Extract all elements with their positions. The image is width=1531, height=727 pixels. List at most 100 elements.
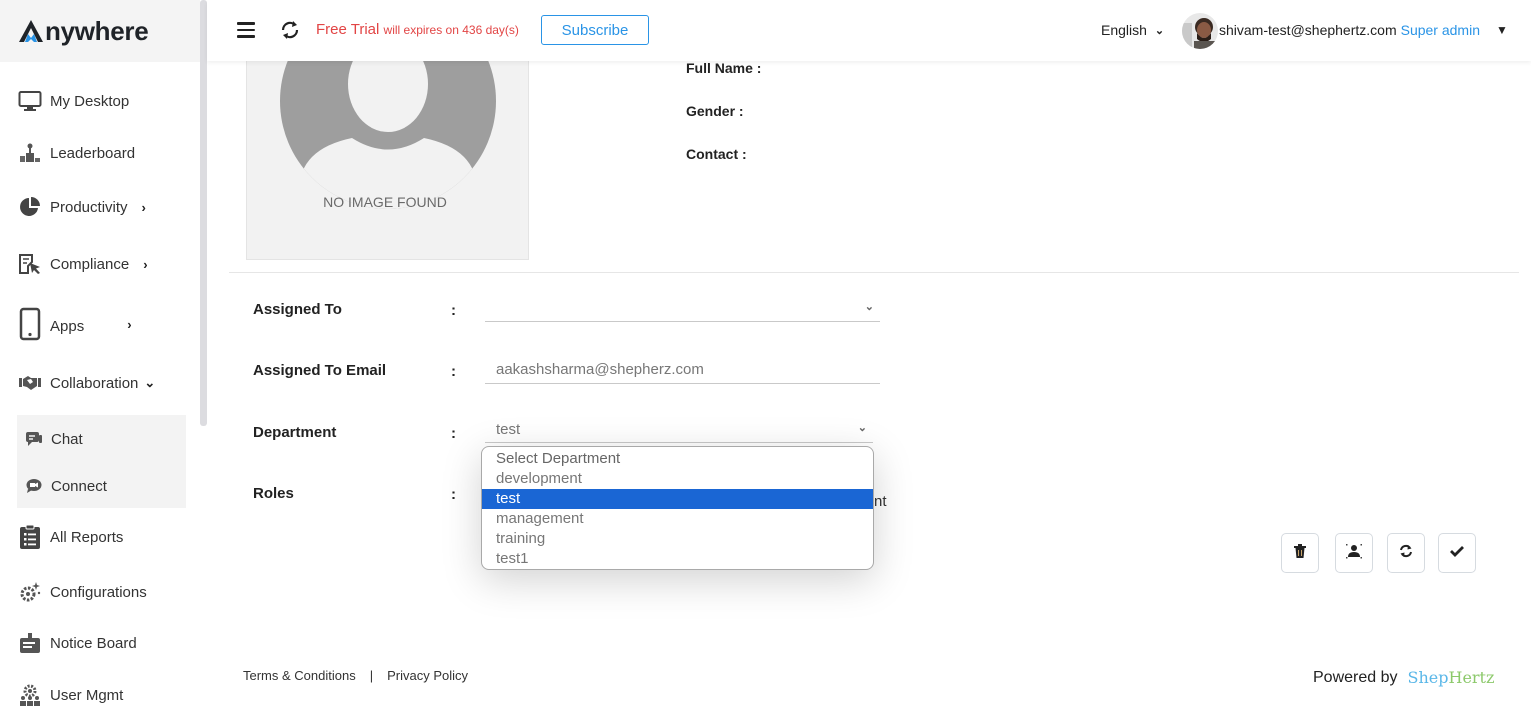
sidebar-item-label: User Mgmt	[50, 686, 124, 704]
roles-label: Roles	[253, 485, 294, 502]
mobile-icon	[18, 307, 42, 341]
handshake-icon	[18, 371, 42, 395]
sidebar-item-configurations[interactable]: Configurations	[18, 579, 147, 605]
colon: :	[451, 425, 456, 442]
language-selector[interactable]: English ⌄	[1101, 22, 1164, 38]
app-logo: nywhere	[18, 15, 149, 47]
user-role: Super admin	[1400, 22, 1480, 38]
sidebar-item-label: Leaderboard	[50, 144, 136, 162]
sidebar-subitem-connect[interactable]: Connect	[25, 475, 107, 497]
logo-area[interactable]: nywhere	[0, 0, 200, 62]
monitor-icon	[18, 89, 42, 113]
assigned-to-email-value: aakashsharma@shepherz.com	[496, 361, 704, 378]
sidebar-scrollbar-thumb[interactable]	[200, 0, 207, 426]
sidebar-item-label: All Reports	[50, 528, 124, 546]
sidebar-item-compliance[interactable]: Compliance ›	[18, 251, 148, 277]
top-header: Free Trial will expires on 436 day(s) Su…	[207, 0, 1531, 61]
chevron-down-icon: ⌄	[144, 375, 156, 390]
chevron-right-icon: ›	[127, 316, 132, 332]
colon: :	[451, 363, 456, 380]
sidebar: nywhere My Desktop Leaderboard Productiv…	[0, 0, 207, 727]
roles-value[interactable]: nt	[874, 493, 887, 510]
sidebar-item-user-mgmt[interactable]: User Mgmt	[18, 682, 123, 708]
hamburger-menu-icon[interactable]	[237, 22, 255, 38]
brand-part-1: Shep	[1407, 668, 1449, 687]
collaboration-submenu: Chat Connect	[17, 415, 186, 508]
department-option[interactable]: Select Department	[482, 449, 873, 469]
sidebar-item-label: Notice Board	[50, 634, 137, 652]
chevron-down-icon: ⌄	[864, 301, 874, 313]
user-info[interactable]: shivam-test@shephertz.com Super admin	[1219, 22, 1480, 38]
user-menu-caret-icon[interactable]: ▼	[1496, 23, 1508, 37]
delete-button[interactable]	[1281, 533, 1319, 573]
leaderboard-icon	[18, 141, 42, 165]
subscribe-button[interactable]: Subscribe	[541, 15, 649, 45]
assigned-to-select[interactable]: ⌄	[485, 296, 880, 322]
powered-by-label: Powered by	[1313, 668, 1398, 686]
department-select[interactable]: test ⌄	[485, 417, 873, 443]
refresh-button[interactable]	[1387, 533, 1425, 573]
free-trial-expiry: will expires on 436 day(s)	[383, 23, 519, 37]
privacy-link[interactable]: Privacy Policy	[387, 668, 468, 683]
compliance-icon	[18, 252, 42, 276]
trash-icon	[1294, 543, 1306, 563]
department-option[interactable]: management	[482, 509, 873, 529]
colon: :	[451, 486, 456, 503]
chevron-right-icon: ›	[141, 199, 146, 215]
sidebar-item-notice-board[interactable]: Notice Board	[18, 630, 137, 656]
check-icon	[1450, 544, 1464, 562]
no-image-text: NO IMAGE FOUND	[323, 194, 447, 210]
assigned-to-label: Assigned To	[253, 301, 342, 318]
department-option[interactable]: test1	[482, 549, 873, 569]
sidebar-item-collaboration[interactable]: Collaboration ⌄	[18, 370, 155, 396]
clipboard-list-icon	[18, 524, 42, 549]
logo-a-icon	[19, 20, 43, 42]
powered-by: Powered by ShepHertz	[1313, 668, 1494, 687]
department-value: test	[496, 421, 521, 438]
sidebar-subitem-label: Connect	[51, 477, 107, 495]
sidebar-item-all-reports[interactable]: All Reports	[18, 524, 123, 550]
department-label: Department	[253, 424, 337, 441]
free-trial-label: Free Trial	[316, 21, 380, 38]
assigned-to-email-input[interactable]: aakashsharma@shepherz.com	[485, 356, 880, 384]
department-option[interactable]: development	[482, 469, 873, 489]
department-option[interactable]: training	[482, 529, 873, 549]
gender-label: Gender :	[686, 103, 744, 119]
face-recognition-button[interactable]	[1335, 533, 1373, 573]
chat-icon	[25, 431, 45, 447]
sidebar-item-label: Apps	[50, 317, 85, 335]
sidebar-item-label: My Desktop	[50, 92, 130, 110]
app-root: nywhere My Desktop Leaderboard Productiv…	[0, 0, 1531, 727]
department-option-selected[interactable]: test	[482, 489, 873, 509]
profile-photo-placeholder[interactable]	[246, 40, 529, 260]
sidebar-item-leaderboard[interactable]: Leaderboard	[18, 140, 135, 166]
sidebar-item-label: Configurations	[50, 583, 147, 601]
sidebar-item-productivity[interactable]: Productivity ›	[18, 194, 146, 220]
footer-separator: |	[369, 668, 374, 683]
chevron-down-icon: ⌄	[1154, 24, 1165, 37]
logo-text: nywhere	[45, 15, 149, 46]
brand-part-2: Hertz	[1448, 668, 1495, 687]
save-button[interactable]	[1438, 533, 1476, 573]
terms-link[interactable]: Terms & Conditions	[243, 668, 356, 683]
department-dropdown-list[interactable]: Select Department development test manag…	[481, 446, 874, 570]
video-chat-icon	[25, 478, 45, 494]
user-email: shivam-test@shephertz.com	[1219, 22, 1397, 38]
sidebar-item-apps[interactable]: Apps ›	[18, 307, 132, 341]
assigned-to-email-label: Assigned To Email	[253, 362, 387, 379]
sidebar-subitem-chat[interactable]: Chat	[25, 428, 83, 450]
user-group-icon	[18, 683, 42, 707]
sidebar-item-my-desktop[interactable]: My Desktop	[18, 88, 129, 114]
face-scan-icon	[1345, 543, 1363, 564]
chevron-down-icon: ⌄	[857, 422, 867, 434]
user-avatar[interactable]	[1182, 13, 1218, 49]
section-divider	[229, 272, 1519, 273]
chevron-right-icon: ›	[143, 256, 148, 272]
no-image-avatar-icon	[280, 41, 496, 209]
shephertz-logo[interactable]: ShepHertz	[1408, 668, 1495, 687]
contact-label: Contact :	[686, 146, 747, 162]
footer-links: Terms & Conditions | Privacy Policy	[243, 668, 468, 683]
sidebar-subitem-label: Chat	[51, 430, 83, 448]
notice-board-icon	[18, 631, 42, 655]
sync-icon[interactable]	[279, 19, 301, 41]
